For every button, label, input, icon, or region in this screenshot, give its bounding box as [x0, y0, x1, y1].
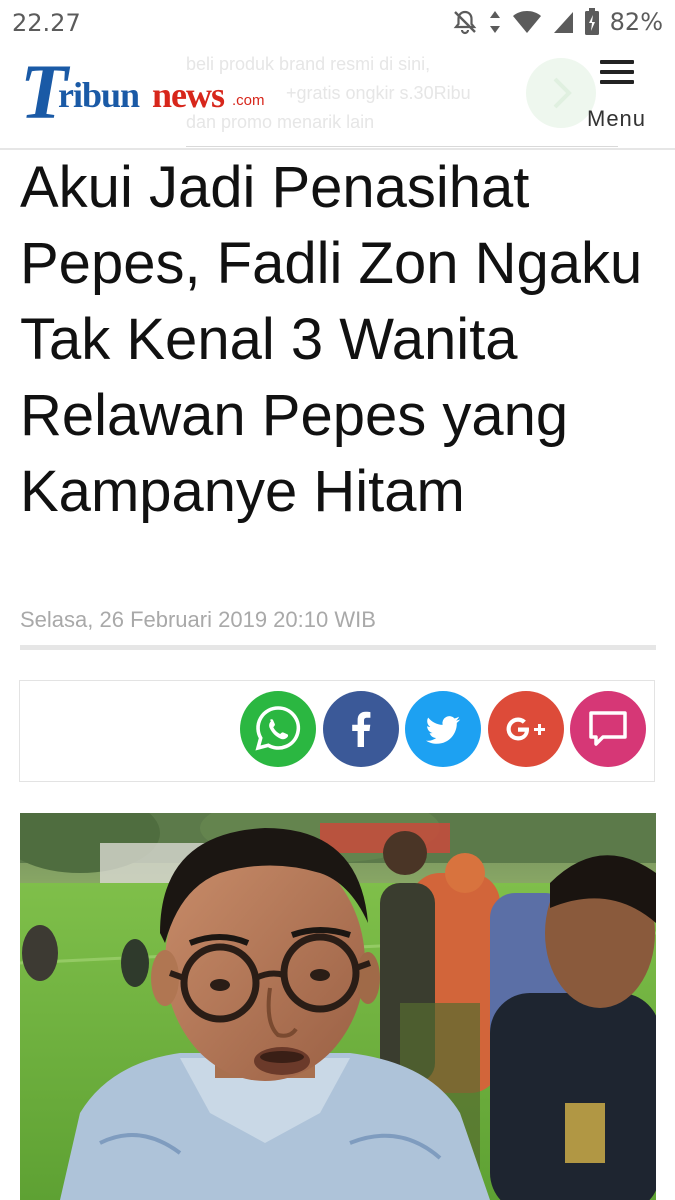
divider — [20, 645, 656, 650]
data-transfer-icon — [488, 9, 502, 35]
status-bar: 22.27 82% — [0, 0, 675, 44]
status-time: 22.27 — [12, 9, 81, 37]
google-plus-icon — [488, 691, 564, 767]
logo-news-text: news — [152, 75, 225, 115]
site-header: beli produk brand resmi di sini, +gratis… — [0, 44, 675, 150]
article-headline: Akui Jadi Penasihat Pepes, Fadli Zon Nga… — [20, 155, 643, 524]
facebook-icon — [323, 691, 399, 767]
logo-ribun-text: ribun — [58, 75, 140, 115]
share-comment-button[interactable] — [570, 691, 646, 767]
cell-signal-icon — [552, 10, 574, 34]
tribunnews-logo[interactable]: T ribun news .com — [20, 53, 280, 131]
share-twitter-button[interactable] — [405, 691, 481, 767]
twitter-icon — [405, 691, 481, 767]
whatsapp-icon — [240, 691, 316, 767]
chevron-right-icon — [553, 77, 572, 109]
notifications-off-icon — [452, 9, 478, 35]
comment-icon — [570, 691, 646, 767]
share-whatsapp-button[interactable] — [240, 691, 316, 767]
menu-label: Menu — [587, 106, 647, 131]
share-facebook-button[interactable] — [323, 691, 399, 767]
photo-fadli-zon — [20, 813, 656, 1200]
article-photo — [20, 813, 656, 1200]
battery-percent: 82% — [609, 8, 663, 36]
share-bar — [19, 680, 655, 782]
article-date: Selasa, 26 Februari 2019 20:10 WIB — [20, 607, 376, 632]
status-icons: 82% — [452, 8, 663, 36]
ad-underline — [186, 146, 618, 147]
wifi-icon — [512, 10, 542, 34]
share-google-plus-button[interactable] — [488, 691, 564, 767]
menu-button[interactable]: Menu — [584, 56, 656, 136]
logo-com-text: .com — [232, 92, 265, 109]
battery-icon — [584, 8, 600, 36]
hamburger-icon — [600, 60, 634, 90]
